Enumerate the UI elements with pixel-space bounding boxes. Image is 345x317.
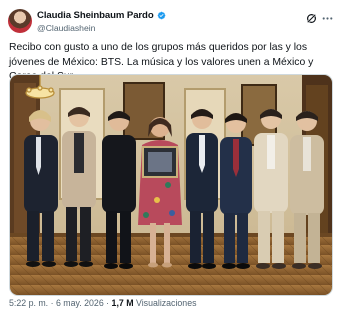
more-options-icon[interactable] bbox=[321, 12, 334, 25]
grok-icon[interactable] bbox=[305, 12, 318, 25]
author-handle[interactable]: @Claudiashein bbox=[37, 23, 95, 33]
author-name[interactable]: Claudia Sheinbaum Pardo bbox=[37, 10, 154, 21]
tweet-meta: 5:22 p. m. · 6 may. 2026 · 1,7 M Visuali… bbox=[9, 298, 197, 308]
author-avatar[interactable] bbox=[8, 9, 32, 33]
views-label: Visualizaciones bbox=[136, 298, 197, 308]
group-photo bbox=[10, 75, 332, 295]
meta-separator-2: · bbox=[103, 298, 112, 308]
tweet-date[interactable]: 6 may. 2026 bbox=[56, 298, 104, 308]
author-name-row: Claudia Sheinbaum Pardo bbox=[37, 10, 166, 21]
meta-separator: · bbox=[48, 298, 56, 308]
verified-badge-icon bbox=[157, 11, 165, 20]
tweet-time[interactable]: 5:22 p. m. bbox=[9, 298, 48, 308]
tweet-card: Claudia Sheinbaum Pardo @Claudiashein Re… bbox=[0, 0, 345, 317]
tweet-photo[interactable] bbox=[9, 74, 333, 296]
views-count: 1,7 M bbox=[111, 298, 134, 308]
